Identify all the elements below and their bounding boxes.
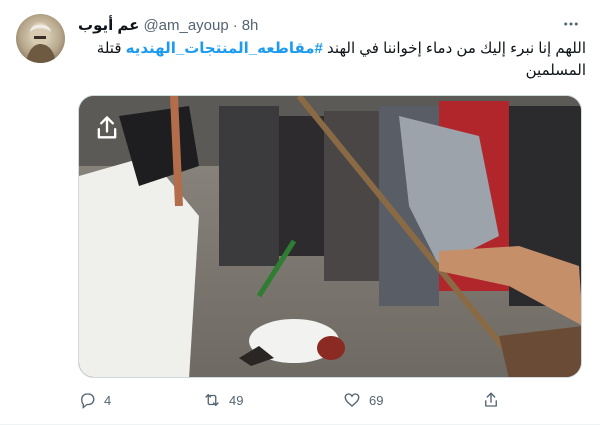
reply-count: 4 (104, 392, 112, 408)
share-button[interactable] (482, 388, 500, 412)
timestamp[interactable]: 8h (242, 17, 259, 34)
separator-dot: · (232, 16, 238, 34)
like-button[interactable]: 69 (343, 388, 383, 412)
more-horizontal-icon[interactable] (556, 12, 586, 36)
tweet-media-photo[interactable] (78, 95, 582, 378)
hashtag-link[interactable]: #مقاطعه_المنتجات_الهنديه (126, 40, 323, 57)
display-name[interactable]: عم أيوب (78, 16, 139, 34)
tweet-text: اللهم إنا نبرء إليك من دماء إخواننا في ا… (78, 38, 586, 82)
avatar-image (26, 22, 56, 63)
reply-button[interactable]: 4 (78, 388, 111, 412)
media-share-icon[interactable] (93, 114, 121, 142)
like-count: 69 (369, 392, 384, 408)
reply-icon (81, 393, 95, 409)
photo-image (79, 96, 581, 377)
avatar[interactable] (16, 14, 65, 63)
user-handle[interactable]: @am_ayoup (143, 17, 228, 34)
heart-icon (344, 393, 360, 407)
share-icon (485, 392, 497, 407)
retweet-icon (205, 394, 219, 406)
retweet-button[interactable]: 49 (203, 388, 243, 412)
retweet-count: 49 (229, 392, 244, 408)
tweet-actions: 4 49 69 (78, 388, 582, 412)
tweet-text-before: اللهم إنا نبرء إليك من دماء إخواننا في ا… (322, 40, 586, 57)
tweet-header: عم أيوب @am_ayoup · 8h (78, 16, 259, 35)
tweet-card[interactable]: عم أيوب @am_ayoup · 8h اللهم إنا نبرء إل… (0, 0, 600, 425)
